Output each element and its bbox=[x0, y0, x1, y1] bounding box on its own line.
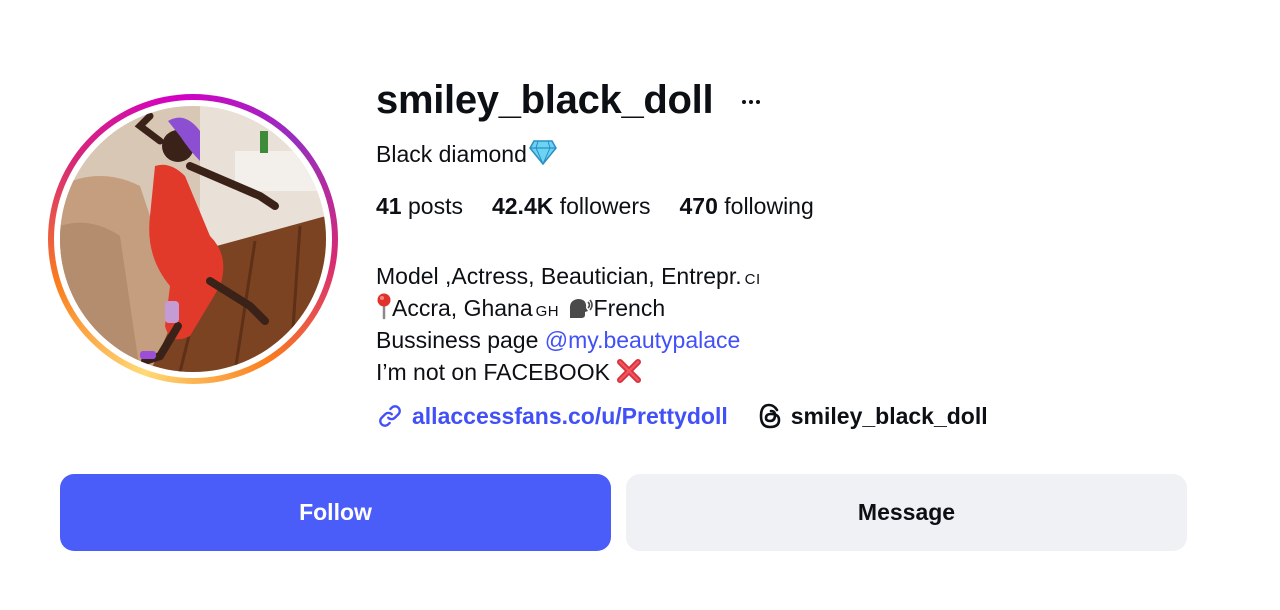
posts-label: posts bbox=[407, 193, 463, 219]
bio-line: Accra, Ghana GH French bbox=[376, 292, 761, 324]
followers-label: followers bbox=[559, 193, 651, 219]
bio-text: Bussiness page bbox=[376, 327, 539, 353]
avatar-photo-image bbox=[60, 106, 326, 372]
threads-link[interactable]: smiley_black_doll bbox=[758, 402, 988, 430]
profile-full-name: Black diamond bbox=[376, 139, 557, 171]
bio-text: Model ,Actress, Beautician, Entrepr. bbox=[376, 263, 742, 289]
cross-mark-icon bbox=[616, 358, 642, 392]
follow-button[interactable]: Follow bbox=[60, 474, 611, 551]
more-options-button[interactable] bbox=[737, 88, 765, 116]
following-stat[interactable]: 470 following bbox=[680, 193, 814, 220]
profile-username: smiley_black_doll bbox=[376, 78, 714, 122]
followers-count: 42.4K bbox=[491, 193, 554, 219]
avatar[interactable] bbox=[60, 106, 326, 372]
dot-icon bbox=[742, 100, 746, 104]
threads-handle: smiley_black_doll bbox=[790, 402, 988, 429]
gem-icon bbox=[528, 139, 557, 171]
business-mention-link[interactable]: @my.beautypalace bbox=[545, 327, 741, 353]
bio-language: French bbox=[593, 295, 666, 321]
flag-gh-icon: GH bbox=[535, 303, 560, 320]
avatar-border bbox=[54, 100, 332, 378]
bio-line: Bussiness page @my.beautypalace bbox=[376, 324, 761, 356]
bio-line: I’m not on FACEBOOK bbox=[376, 356, 761, 388]
profile-stats: 41 posts 42.4K followers 470 following bbox=[376, 193, 814, 220]
following-count: 470 bbox=[679, 193, 718, 219]
dot-icon bbox=[749, 100, 753, 104]
message-button[interactable]: Message bbox=[626, 474, 1187, 551]
external-link[interactable]: allaccessfans.co/u/Prettydoll bbox=[376, 402, 728, 430]
following-label: following bbox=[724, 193, 814, 219]
external-link-text: allaccessfans.co/u/Prettydoll bbox=[412, 402, 728, 429]
bio-text: I’m not on FACEBOOK bbox=[376, 359, 610, 385]
bio-line: Model ,Actress, Beautician, Entrepr. CI bbox=[376, 260, 761, 292]
profile-avatar-ring[interactable] bbox=[48, 94, 338, 384]
posts-stat[interactable]: 41 posts bbox=[376, 193, 463, 220]
posts-count: 41 bbox=[376, 193, 402, 219]
profile-bio: Model ,Actress, Beautician, Entrepr. CI A… bbox=[376, 260, 761, 388]
round-pushpin-icon bbox=[376, 292, 392, 328]
full-name-text: Black diamond bbox=[376, 141, 527, 167]
flag-ci-icon: CI bbox=[744, 271, 761, 288]
bio-location: Accra, Ghana bbox=[392, 295, 533, 321]
followers-stat[interactable]: 42.4K followers bbox=[492, 193, 651, 220]
profile-links: allaccessfans.co/u/Prettydoll smiley_bla… bbox=[376, 399, 988, 433]
link-icon bbox=[379, 405, 401, 427]
threads-icon bbox=[759, 403, 781, 429]
dot-icon bbox=[756, 100, 760, 104]
